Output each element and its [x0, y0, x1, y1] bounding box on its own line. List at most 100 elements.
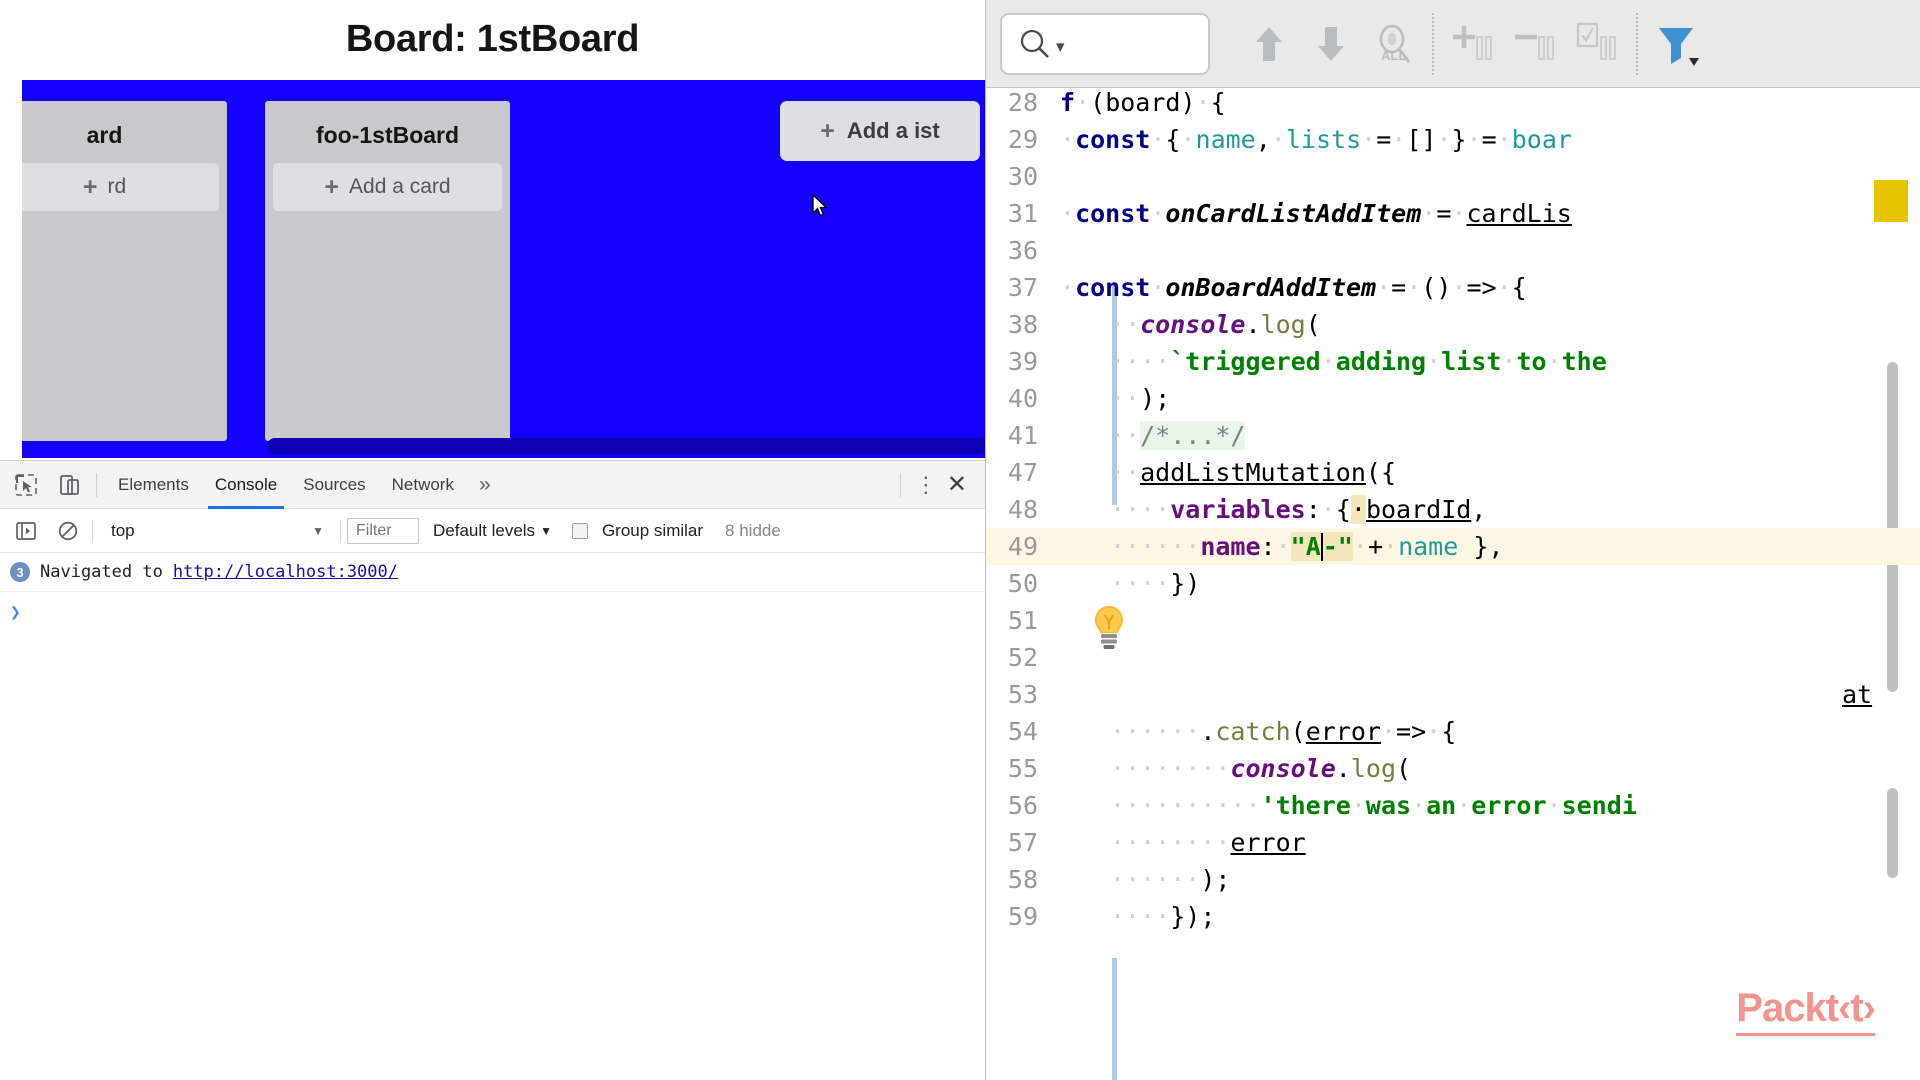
line-number: 49	[1007, 532, 1038, 561]
line-number: 58	[1007, 865, 1038, 894]
group-similar-checkbox[interactable]	[571, 522, 588, 539]
code-editor[interactable]: 28 f·(board)·{ 29 ·const·{·name,·lists·=…	[986, 88, 1920, 1080]
line-number: 29	[1007, 125, 1038, 154]
search-input[interactable]: ▾	[1000, 12, 1210, 75]
console-levels-label: Default levels	[433, 520, 536, 540]
more-tabs-icon[interactable]: »	[467, 473, 503, 497]
ide-pane: ▾ ALL 28 f·(board)·{29 ·const·{·name,·l…	[985, 0, 1920, 1080]
code-line[interactable]: 39 ····`triggered·adding·list·to·the	[986, 343, 1920, 380]
log-count-badge: 3	[10, 562, 30, 582]
code-line-active[interactable]: 49 ······name:·"A-"·+·name },	[986, 528, 1920, 565]
code-line[interactable]: 29 ·const·{·name,·lists·=·[]·}·=·boar	[986, 121, 1920, 158]
magnifier-icon	[1020, 29, 1049, 58]
code-line[interactable]: 58 ······);	[986, 861, 1920, 898]
intention-bulb-icon[interactable]	[1089, 603, 1129, 651]
line-number: 28	[1007, 88, 1038, 117]
console-filter-placeholder: Filter	[356, 521, 392, 539]
console-levels-select[interactable]: Default levels ▼	[433, 521, 552, 541]
line-content: ··········'there·was·an·error·sendi	[1110, 791, 1637, 820]
search-dropdown-icon[interactable]: ▾	[1056, 37, 1065, 57]
code-line[interactable]: 41 ··/*...*/	[986, 417, 1920, 454]
line-content: ······);	[1110, 865, 1231, 894]
line-number: 54	[1007, 717, 1038, 746]
code-line[interactable]: 59 ····});	[986, 898, 1920, 935]
code-line[interactable]: 38 ··console.log(	[986, 306, 1920, 343]
console-log-row[interactable]: 3 Navigated to http://localhost:3000/	[0, 553, 985, 592]
list-column[interactable]: ard + rd	[22, 101, 227, 441]
console-prompt[interactable]: ❯	[0, 592, 985, 633]
add-row-icon[interactable]	[1442, 13, 1504, 75]
code-line[interactable]: 50 ····})	[986, 565, 1920, 602]
line-content: ·const·{·name,·lists·=·[]·}·=·boar	[1060, 125, 1572, 154]
line-content: ······name:·"A-"·+·name },	[1110, 532, 1504, 561]
code-line[interactable]: 40 ··);	[986, 380, 1920, 417]
kebab-menu-icon[interactable]: ⋮	[915, 473, 937, 496]
line-number: 56	[1007, 791, 1038, 820]
find-all-icon[interactable]: ALL	[1362, 13, 1424, 75]
line-number: 48	[1007, 495, 1038, 524]
tab-elements[interactable]: Elements	[105, 461, 202, 509]
code-line[interactable]: 54 ······.catch(error·=>·{	[986, 713, 1920, 750]
line-content: ··);	[1110, 384, 1171, 413]
line-number: 53	[1007, 680, 1038, 709]
tab-sources[interactable]: Sources	[290, 461, 378, 509]
group-similar-label[interactable]: Group similar	[602, 521, 703, 541]
line-content: ··addListMutation({	[1110, 458, 1396, 487]
toolbar-divider	[340, 519, 341, 542]
tab-console[interactable]: Console	[202, 461, 290, 509]
add-list-button[interactable]: + Add a ist	[780, 101, 980, 161]
warning-marker[interactable]	[1874, 180, 1908, 222]
toolbar-divider	[96, 472, 97, 497]
plus-icon: +	[820, 116, 835, 145]
code-line[interactable]: 36	[986, 232, 1920, 269]
add-card-button[interactable]: + rd	[22, 163, 219, 211]
code-line[interactable]: 53 at	[986, 676, 1920, 713]
devtools-tabbar: Elements Console Sources Network » ⋮ ✕	[0, 461, 985, 509]
tab-network[interactable]: Network	[379, 461, 467, 509]
device-toolbar-icon[interactable]	[52, 467, 88, 503]
list-column[interactable]: foo-1stBoard + Add a card	[265, 101, 510, 441]
arrow-up-icon[interactable]	[1238, 13, 1300, 75]
close-icon[interactable]: ✕	[941, 470, 973, 499]
code-line[interactable]: 28 f·(board)·{	[986, 88, 1920, 121]
line-number: 55	[1007, 754, 1038, 783]
add-card-button[interactable]: + Add a card	[273, 163, 502, 211]
code-line[interactable]: 30	[986, 158, 1920, 195]
code-line[interactable]: 57 ········error	[986, 824, 1920, 861]
log-message-text: Navigated to	[40, 562, 163, 582]
console-filter-input[interactable]: Filter	[347, 517, 419, 544]
code-line[interactable]: 47 ··addListMutation({	[986, 454, 1920, 491]
packt-watermark: Packt‹t›	[1736, 986, 1876, 1036]
line-content: ·const·onBoardAddItem·=·()·=>·{	[1060, 273, 1527, 302]
code-line[interactable]: 56 ··········'there·was·an·error·sendi	[986, 787, 1920, 824]
console-context-select[interactable]: top ▼	[99, 521, 334, 541]
arrow-down-icon[interactable]	[1300, 13, 1362, 75]
select-row-icon[interactable]	[1566, 13, 1628, 75]
line-number: 30	[1007, 162, 1038, 191]
toolbar-divider	[1636, 12, 1638, 75]
console-sidebar-toggle-icon[interactable]	[8, 513, 44, 549]
code-line[interactable]: 48 ····variables:·{·boardId,	[986, 491, 1920, 528]
add-card-label: Add a card	[349, 175, 451, 198]
line-content: ····});	[1110, 902, 1216, 931]
ide-toolbar: ▾ ALL	[986, 0, 1920, 88]
code-line[interactable]: 37 ·const·onBoardAddItem·=·()·=>·{	[986, 269, 1920, 306]
add-list-label: Add a ist	[846, 118, 940, 143]
hidden-messages-count: 8 hidde	[725, 520, 781, 540]
filter-funnel-icon[interactable]	[1646, 13, 1708, 75]
remove-row-icon[interactable]	[1504, 13, 1566, 75]
clear-console-icon[interactable]	[50, 513, 86, 549]
toolbar-divider	[899, 472, 901, 497]
code-line[interactable]: 31 ·const·onCardListAddItem·=·cardLis	[986, 195, 1920, 232]
tab-label: Elements	[118, 474, 189, 494]
line-number: 59	[1007, 902, 1038, 931]
svg-text:ALL: ALL	[1381, 48, 1406, 63]
board-horizontal-scrollbar[interactable]	[267, 438, 985, 454]
line-content: ··console.log(	[1110, 310, 1321, 339]
log-message-link[interactable]: http://localhost:3000/	[173, 562, 398, 582]
line-number: 51	[1007, 606, 1038, 635]
browser-pane: Board: 1stBoard ard + rd foo-1stBoard + …	[0, 0, 985, 1080]
code-line[interactable]: 55 ········console.log(	[986, 750, 1920, 787]
plus-icon: +	[324, 172, 340, 201]
inspect-element-icon[interactable]	[8, 467, 44, 503]
